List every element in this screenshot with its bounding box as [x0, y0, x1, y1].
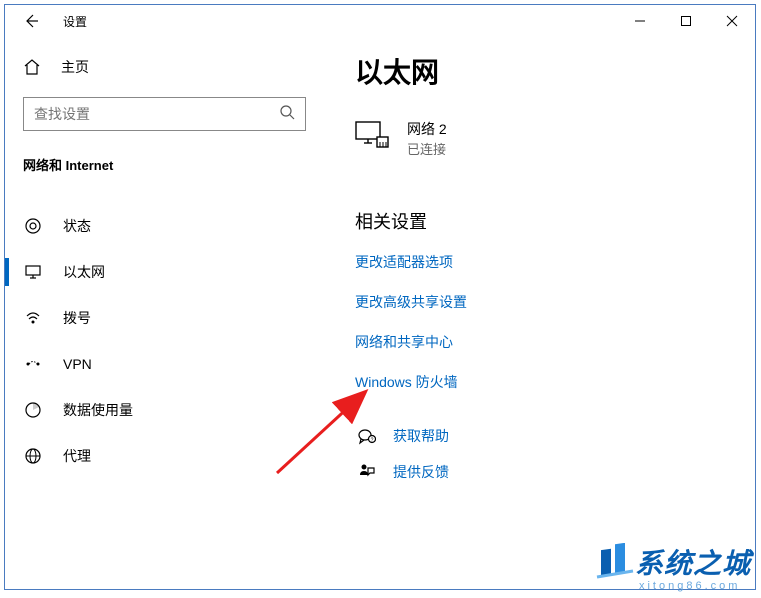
nav-label: 状态: [63, 216, 91, 236]
link-network-sharing-center[interactable]: 网络和共享中心: [355, 332, 735, 352]
status-icon: [23, 217, 43, 235]
svg-text:?: ?: [371, 438, 374, 444]
sidebar: 主页 网络和 Internet 状态 以太网: [5, 47, 325, 589]
dialup-icon: [23, 309, 43, 327]
watermark-url: xitong86.com: [639, 580, 751, 592]
window-title: 设置: [63, 13, 87, 30]
home-label: 主页: [61, 57, 89, 77]
proxy-icon: [23, 447, 43, 465]
network-status-row[interactable]: 网络 2 已连接: [355, 119, 735, 158]
window-controls: [617, 5, 755, 37]
page-title: 以太网: [355, 51, 735, 91]
close-icon: [726, 15, 738, 27]
watermark-text: 系统之城: [635, 542, 751, 582]
main-content: 以太网 网络 2 已连接 相关设置 更改适配器选项 更改高级共享设置 网络和共享…: [325, 47, 755, 589]
sidebar-group-header: 网络和 Internet: [23, 155, 307, 174]
link-advanced-sharing[interactable]: 更改高级共享设置: [355, 292, 735, 312]
data-usage-icon: [23, 401, 43, 419]
nav-label: 数据使用量: [63, 400, 133, 420]
watermark: 系统之城 xitong86.com: [595, 542, 751, 592]
link-adapter-options[interactable]: 更改适配器选项: [355, 252, 735, 272]
network-monitor-icon: [355, 121, 389, 156]
titlebar: 设置: [5, 5, 755, 37]
maximize-button[interactable]: [663, 5, 709, 37]
help-label: 获取帮助: [393, 426, 449, 446]
sidebar-item-dialup[interactable]: 拨号: [23, 298, 307, 338]
minimize-icon: [634, 15, 646, 27]
search-icon: [279, 104, 295, 125]
back-arrow-icon: [23, 13, 39, 29]
feedback-row[interactable]: 提供反馈: [355, 462, 735, 482]
search-input[interactable]: [34, 106, 279, 122]
help-row[interactable]: ? 获取帮助: [355, 426, 735, 446]
network-status: 已连接: [407, 139, 447, 158]
maximize-icon: [680, 15, 692, 27]
watermark-logo-icon: [595, 543, 635, 581]
feedback-label: 提供反馈: [393, 462, 449, 482]
sidebar-item-home[interactable]: 主页: [23, 47, 307, 87]
feedback-icon: [355, 463, 379, 481]
sidebar-item-ethernet[interactable]: 以太网: [23, 252, 307, 292]
help-icon: ?: [355, 427, 379, 445]
home-icon: [23, 58, 41, 76]
sidebar-item-proxy[interactable]: 代理: [23, 436, 307, 476]
sidebar-item-data-usage[interactable]: 数据使用量: [23, 390, 307, 430]
close-button[interactable]: [709, 5, 755, 37]
minimize-button[interactable]: [617, 5, 663, 37]
sidebar-item-vpn[interactable]: VPN: [23, 344, 307, 384]
vpn-icon: [23, 355, 43, 373]
search-input-container[interactable]: [23, 97, 306, 131]
settings-window: 设置 主页 网络和 Internet: [4, 4, 756, 590]
nav-label: VPN: [63, 356, 92, 372]
nav-label: 代理: [63, 446, 91, 466]
related-settings-title: 相关设置: [355, 208, 735, 234]
back-button[interactable]: [13, 5, 49, 37]
sidebar-item-status[interactable]: 状态: [23, 206, 307, 246]
link-windows-firewall[interactable]: Windows 防火墙: [355, 372, 735, 392]
ethernet-icon: [23, 263, 43, 281]
network-name: 网络 2: [407, 119, 447, 139]
nav-label: 以太网: [63, 262, 105, 282]
nav-label: 拨号: [63, 308, 91, 328]
body-area: 主页 网络和 Internet 状态 以太网: [5, 37, 755, 589]
